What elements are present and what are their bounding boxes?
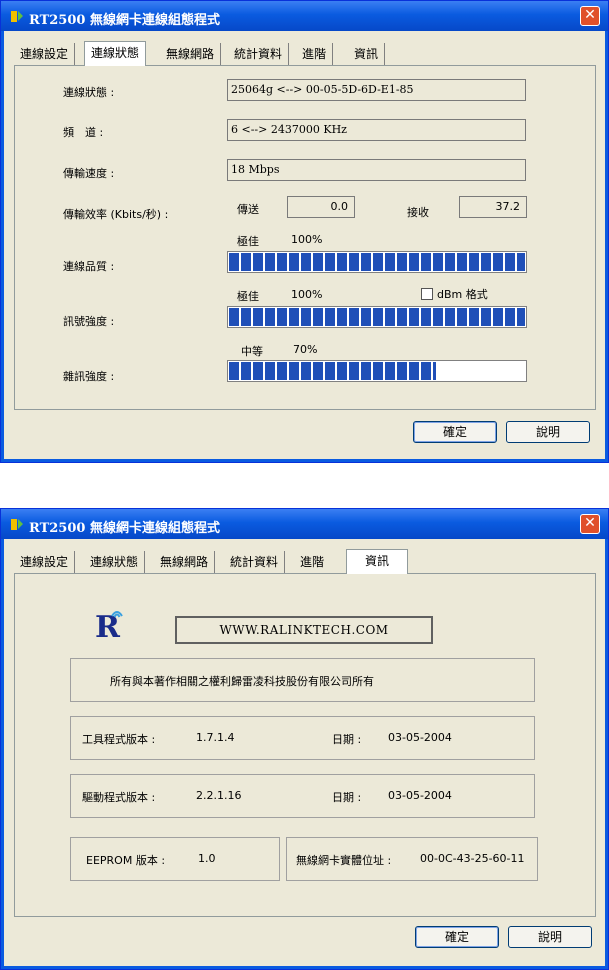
title-bar[interactable]: RT2500 無線網卡連線組態程式: [1, 1, 608, 31]
tab-statistics[interactable]: 統計資料: [224, 551, 286, 573]
tab-link-status[interactable]: 連線狀態: [84, 551, 146, 573]
driver-date-label: 日期 :: [332, 791, 362, 804]
signal-label: 訊號強度 :: [63, 315, 115, 328]
utility-version-label: 工具程式版本 :: [82, 733, 156, 746]
utility-date-label: 日期 :: [332, 733, 362, 746]
tab-wireless-networks[interactable]: 無線網路: [154, 551, 216, 573]
tab-link-status[interactable]: 連線狀態: [84, 41, 147, 66]
speed-label: 傳輸速度 :: [63, 167, 115, 180]
tab-link-settings[interactable]: 連線設定: [14, 551, 76, 573]
close-button[interactable]: [580, 6, 600, 26]
noise-bar: [227, 360, 527, 382]
ok-button[interactable]: 確定: [415, 926, 499, 948]
link-quality-percent: 100%: [291, 233, 323, 246]
tab-advanced[interactable]: 進階: [296, 43, 334, 65]
channel-value: 6 <--> 2437000 KHz: [227, 119, 526, 141]
link-quality-rating: 極佳: [237, 235, 259, 248]
eeprom-label: EEPROM 版本 :: [86, 854, 166, 867]
mac-value: 00-0C-43-25-60-11: [420, 852, 525, 865]
rx-value: 37.2: [459, 196, 527, 218]
tab-link-settings[interactable]: 連線設定: [14, 43, 76, 65]
link-quality-label: 連線品質 :: [63, 260, 115, 273]
wireless-signal-icon: [111, 611, 123, 618]
eeprom-value: 1.0: [198, 852, 216, 865]
status-window: RT2500 無線網卡連線組態程式 連線設定 連線狀態 無線網路 統計資料 進階…: [0, 0, 609, 463]
noise-label: 雜訊強度 :: [63, 370, 115, 383]
tab-strip: 連線設定 連線狀態 無線網路 統計資料 進階 資訊: [14, 41, 428, 67]
utility-date-value: 03-05-2004: [388, 731, 452, 744]
mac-label: 無線網卡實體位址 :: [296, 854, 392, 867]
noise-fill: [229, 362, 436, 380]
window-title: RT2500 無線網卡連線組態程式: [29, 521, 220, 536]
signal-fill: [229, 308, 525, 326]
app-icon: [11, 11, 23, 22]
tab-strip: 連線設定 連線狀態 無線網路 統計資料 進階 資訊: [14, 549, 428, 575]
title-bar[interactable]: RT2500 無線網卡連線組態程式: [1, 509, 608, 539]
dbm-label: dBm 格式: [437, 288, 488, 301]
link-status-label: 連線狀態 :: [63, 86, 115, 99]
link-quality-bar: [227, 251, 527, 273]
noise-percent: 70%: [293, 343, 318, 356]
utility-version-value: 1.7.1.4: [196, 731, 235, 744]
tx-label: 傳送: [237, 203, 259, 216]
tab-about[interactable]: 資訊: [348, 43, 386, 65]
website-button[interactable]: WWW.RALINKTECH.COM: [175, 616, 433, 644]
tx-value: 0.0: [287, 196, 355, 218]
rx-label: 接收: [407, 206, 429, 219]
link-quality-fill: [229, 253, 525, 271]
tab-statistics[interactable]: 統計資料: [228, 43, 290, 65]
ok-button[interactable]: 確定: [413, 421, 497, 443]
help-button[interactable]: 說明: [506, 421, 590, 443]
tab-advanced[interactable]: 進階: [294, 551, 330, 573]
close-button[interactable]: [580, 514, 600, 534]
tab-wireless-networks[interactable]: 無線網路: [160, 43, 222, 65]
copyright-text: 所有與本著作相關之權利歸雷凌科技股份有限公司所有: [110, 675, 374, 688]
driver-version-value: 2.2.1.16: [196, 789, 242, 802]
speed-value: 18 Mbps: [227, 159, 526, 181]
noise-rating: 中等: [241, 345, 263, 358]
signal-percent: 100%: [291, 288, 323, 301]
app-icon: [11, 519, 23, 530]
link-status-value: 25064g <--> 00-05-5D-6D-E1-85: [227, 79, 526, 101]
window-title: RT2500 無線網卡連線組態程式: [29, 13, 220, 28]
help-button[interactable]: 說明: [508, 926, 592, 948]
dbm-checkbox[interactable]: [421, 288, 433, 300]
signal-rating: 極佳: [237, 290, 259, 303]
channel-label: 頻 道 :: [63, 126, 104, 139]
driver-version-label: 驅動程式版本 :: [82, 791, 156, 804]
signal-bar: [227, 306, 527, 328]
driver-date-value: 03-05-2004: [388, 789, 452, 802]
throughput-label: 傳輸效率 (Kbits/秒) :: [63, 208, 169, 221]
tab-about[interactable]: 資訊: [346, 549, 408, 574]
